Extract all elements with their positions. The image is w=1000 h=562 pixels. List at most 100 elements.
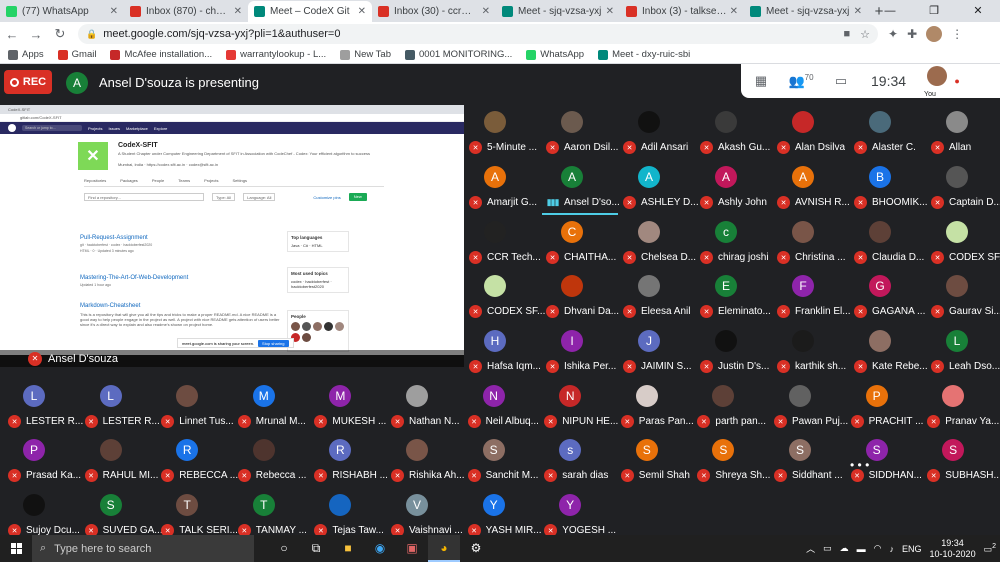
gtab-teams: Teams (178, 178, 191, 183)
repo-list: Pull-Request-Assignment git · hacktoberf… (80, 235, 280, 337)
bookmark-item[interactable]: Gmail (57, 49, 96, 60)
repo-item: Pull-Request-Assignment git · hacktoberf… (80, 235, 280, 253)
browser-tab[interactable]: Inbox (3) - talkseriesme✕ (620, 1, 744, 22)
network-icon[interactable]: ▭ (823, 543, 832, 554)
participant-name: Paras Pan... (638, 416, 694, 427)
bookmark-favicon-icon (110, 49, 121, 60)
bookmark-item[interactable]: WhatsApp (526, 49, 584, 60)
lock-icon: 🔒 (86, 28, 98, 39)
bookmark-favicon-icon (598, 49, 609, 60)
type-filter: Type: All (212, 193, 236, 201)
search-icon: ⌕ (40, 542, 47, 554)
nav-issues: Issues (108, 125, 121, 131)
bookmark-item[interactable]: Meet - dxy-ruic-sbi (598, 49, 690, 60)
group-name: CodeX-SFIT (118, 142, 158, 149)
notification-icon[interactable]: ▭2 (984, 543, 996, 555)
participant-tile[interactable]: ✕ Gaurav Si... (927, 274, 1000, 324)
participant-avatar: L (99, 385, 122, 407)
forward-button[interactable]: → (24, 27, 48, 42)
omnibox[interactable]: 🔒 meet.google.com/sjq-vzsa-yxj?pli=1&aut… (78, 24, 878, 44)
star-icon[interactable]: ☆ (860, 28, 870, 41)
participant-avatar: J (638, 330, 660, 352)
profile-avatar[interactable] (926, 26, 943, 42)
participant-avatar (638, 111, 660, 133)
repo-item: Markdown-Cheatsheet This is a repository… (80, 303, 280, 327)
mic-off-icon: ✕ (467, 469, 481, 482)
wifi-icon[interactable]: ◠ (874, 543, 882, 554)
people-icon[interactable]: 👥70 (781, 73, 821, 89)
mic-off-icon: ✕ (850, 415, 864, 428)
more-options-icon[interactable]: • • • (850, 458, 869, 472)
browser-tab[interactable]: Meet - sjq-vzsa-yxj ✕ (496, 1, 620, 22)
mic-off-icon: ✕ (700, 196, 713, 209)
mic-off-icon: ✕ (854, 305, 867, 318)
tab-title: Inbox (30) - ccrmediatus (394, 6, 479, 17)
menu-icon[interactable]: ⋮ (951, 27, 963, 41)
volume-icon[interactable]: ♪ (890, 544, 895, 554)
participant-tile[interactable]: S ✕ SUBHASH... (923, 438, 1000, 488)
close-tab-icon[interactable]: ✕ (854, 6, 862, 17)
self-view[interactable]: You (924, 66, 950, 98)
file-explorer-icon[interactable]: ■ (332, 535, 364, 562)
bookmark-item[interactable]: New Tab (340, 49, 391, 60)
mic-off-icon: ✕ (391, 415, 404, 428)
self-mic-off-icon[interactable]: ● (950, 76, 964, 86)
browser-tab[interactable]: Inbox (30) - ccrmediatus✕ (372, 1, 496, 22)
language-indicator[interactable]: ENG (902, 544, 922, 554)
bookmark-item[interactable]: Apps (8, 49, 44, 60)
chat-icon[interactable]: ▭ (821, 73, 861, 89)
close-window-button[interactable]: ✕ (956, 0, 1000, 22)
participant-tile[interactable]: ✕ Captain D... (927, 165, 1000, 215)
gtab-repositories: Repositories (84, 178, 107, 183)
rec-label: REC (22, 76, 47, 88)
camera-icon[interactable]: ■ (843, 28, 850, 41)
cortana-icon[interactable]: ○ (268, 535, 300, 562)
clock[interactable]: 19:34 10-10-2020 (930, 538, 976, 560)
participant-tile[interactable]: ✕ Allan (927, 110, 1000, 160)
battery-icon[interactable]: ▬ (857, 544, 866, 554)
edge-icon[interactable]: ◉ (364, 535, 396, 562)
maximize-button[interactable]: ❐ (912, 0, 956, 22)
presentation-tile[interactable]: CodeX-SFIT gitlab.com/CodeX-SFIT Search … (0, 105, 464, 367)
browser-tab-strip: (77) WhatsApp✕Inbox (870) - chelseadias✕… (0, 0, 1000, 22)
puzzle-icon[interactable]: ✚ (907, 27, 917, 41)
close-tab-icon[interactable]: ✕ (482, 6, 490, 17)
bookmark-item[interactable]: McAfee installation... (110, 49, 212, 60)
mic-off-icon: ✕ (84, 469, 98, 482)
bookmark-item[interactable]: 0001 MONITORING... (405, 49, 512, 60)
start-button[interactable] (0, 543, 32, 554)
cloud-icon[interactable]: ☁ (840, 543, 849, 554)
participant-name: REBECCA ... (179, 470, 239, 481)
settings-icon[interactable]: ⚙ (460, 535, 492, 562)
close-tab-icon[interactable]: ✕ (110, 6, 118, 17)
chevron-up-icon[interactable]: ︿ (806, 542, 815, 555)
browser-tab[interactable]: Meet - sjq-vzsa-yxj ✕ (744, 1, 868, 22)
taskbar-search[interactable]: ⌕ Type here to search (32, 535, 254, 562)
participant-tile[interactable]: ✕ Pranav Ya... (923, 384, 1000, 434)
participant-name: Shreya Sh... (715, 470, 771, 481)
browser-tab[interactable]: (77) WhatsApp ✕ (0, 1, 124, 22)
close-tab-icon[interactable]: ✕ (234, 6, 242, 17)
task-view-icon[interactable]: ⧉ (300, 535, 332, 562)
extension-icon[interactable]: ✦ (888, 27, 898, 41)
top-controls: ▦ 👥70 ▭ 19:34 You ● (741, 64, 1000, 98)
close-tab-icon[interactable]: ✕ (606, 6, 614, 17)
participant-tile[interactable]: L ✕ Leah Dso... (927, 329, 1000, 379)
back-button[interactable]: ← (0, 27, 24, 42)
participant-avatar (561, 111, 583, 133)
browser-tab[interactable]: Inbox (870) - chelseadias✕ (124, 1, 248, 22)
close-tab-icon[interactable]: ✕ (358, 6, 366, 17)
repo-meta: Updated 1 hour ago (80, 283, 111, 287)
bookmark-item[interactable]: warrantylookup - L... (226, 49, 326, 60)
snip-icon[interactable]: ▣ (396, 535, 428, 562)
chrome-icon[interactable]: ◕ (428, 535, 460, 562)
participant-tile[interactable]: ✕ CODEX SF... (927, 220, 1000, 270)
minimize-button[interactable]: — (868, 0, 912, 22)
close-tab-icon[interactable]: ✕ (730, 6, 738, 17)
browser-tab[interactable]: Meet – CodeX Git ✕ (248, 1, 372, 22)
participant-avatar: T (252, 494, 275, 516)
reload-button[interactable]: ↻ (48, 26, 72, 42)
mic-off-icon: ✕ (777, 251, 790, 264)
grid-layout-icon[interactable]: ▦ (741, 73, 781, 89)
mic-off-icon: ✕ (854, 251, 867, 264)
